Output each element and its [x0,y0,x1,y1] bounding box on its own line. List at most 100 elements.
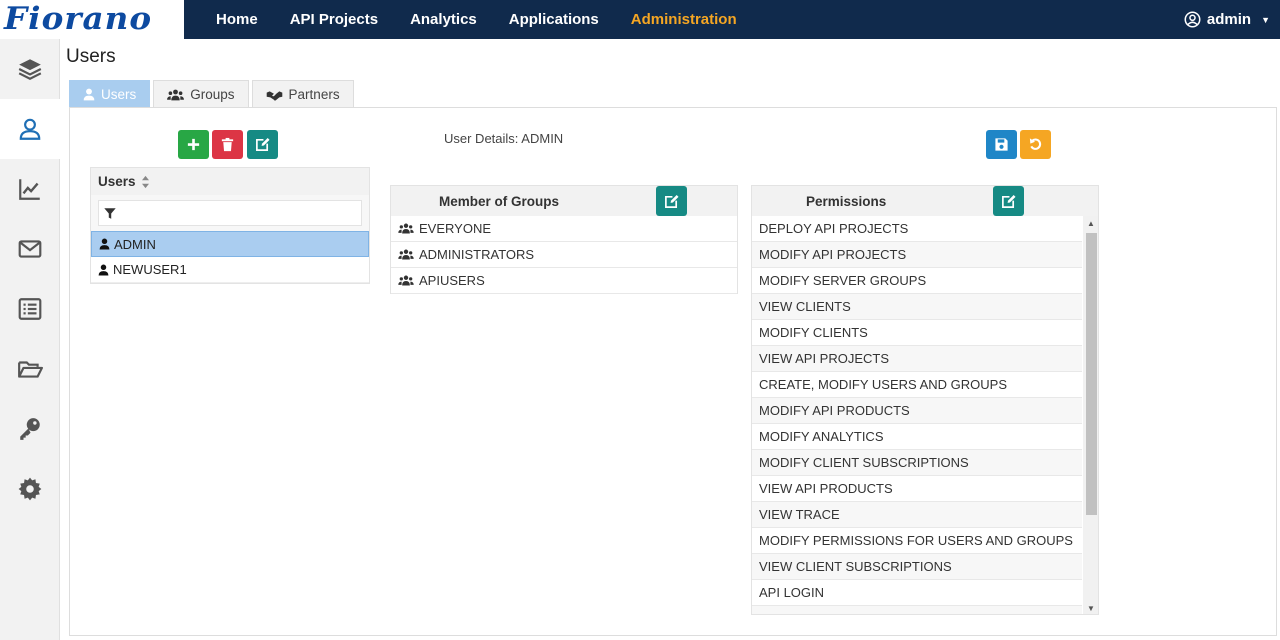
permission-row[interactable]: API LOGIN [752,580,1082,606]
filter-row [91,195,369,231]
users-icon [167,89,185,100]
user-menu[interactable]: admin ▼ [1184,0,1270,39]
scroll-thumb[interactable] [1086,233,1097,515]
layers-icon [18,59,42,80]
permission-row[interactable]: VIEW CLIENT SUBSCRIPTIONS [752,554,1082,580]
group-row-administrators[interactable]: ADMINISTRATORS [391,242,737,268]
sidebar-item-settings[interactable] [0,459,60,519]
tab-bar: Users Groups Partners [69,80,354,108]
tab-partners[interactable]: Partners [251,80,354,108]
users-icon [398,275,414,286]
key-icon [20,418,40,440]
permissions-panel-title: Permissions [806,193,887,209]
permissions-list[interactable]: DEPLOY API PROJECTS MODIFY API PROJECTS MO… [752,216,1082,614]
caret-down-icon: ▼ [1261,14,1270,25]
nav-analytics[interactable]: Analytics [394,0,493,39]
permission-row[interactable]: VIEW API PROJECTS [752,346,1082,372]
group-name: ADMINISTRATORS [419,247,535,262]
permission-row[interactable]: MODIFY PERMISSIONS FOR USERS AND GROUPS [752,528,1082,554]
user-icon [99,238,110,250]
edit-permissions-button[interactable] [993,186,1024,216]
logo[interactable]: Fiorano [0,0,184,39]
permission-row[interactable]: VIEW CLIENTS [752,294,1082,320]
users-icon [398,249,414,260]
permission-row[interactable]: MODIFY API PROJECTS [752,242,1082,268]
gear-icon [18,477,42,501]
edit-icon [1002,194,1016,208]
filter-icon [104,207,116,219]
permission-row[interactable]: VIEW SERVER GROUPS [752,606,1082,614]
permission-row[interactable]: MODIFY SERVER GROUPS [752,268,1082,294]
nav-api-projects[interactable]: API Projects [274,0,394,39]
top-navbar: Fiorano Home API Projects Analytics Appl… [0,0,1280,39]
group-row-apiusers[interactable]: APIUSERS [391,268,737,294]
tab-users[interactable]: Users [69,80,151,108]
permissions-panel: Permissions DEPLOY API PROJECTS MODIFY AP… [751,185,1099,615]
trash-icon [221,137,234,152]
permission-row[interactable]: MODIFY CLIENT SUBSCRIPTIONS [752,450,1082,476]
user-row-admin[interactable]: ADMIN [91,231,369,257]
edit-icon [256,137,270,151]
permission-row[interactable]: VIEW TRACE [752,502,1082,528]
tab-groups-label: Groups [190,87,235,102]
delete-user-button[interactable] [212,130,243,159]
sidebar-item-list[interactable] [0,279,60,339]
users-filter-input[interactable] [98,200,362,226]
chart-icon [19,179,40,200]
sort-icon [141,175,149,188]
sidebar-item-users[interactable] [0,99,60,159]
logo-text: Fiorano [4,1,153,37]
permission-row[interactable]: MODIFY CLIENTS [752,320,1082,346]
nav-home[interactable]: Home [200,0,274,39]
edit-user-button[interactable] [247,130,278,159]
plus-icon [187,138,200,151]
sidebar-item-keys[interactable] [0,399,60,459]
sidebar-item-folder[interactable] [0,339,60,399]
user-circle-icon [1184,11,1201,28]
nav-administration[interactable]: Administration [615,0,753,39]
sidebar-item-analytics[interactable] [0,159,60,219]
user-row-newuser1[interactable]: NEWUSER1 [91,257,369,283]
list-icon [18,298,42,320]
edit-groups-button[interactable] [656,186,687,216]
groups-panel-title: Member of Groups [439,193,560,209]
permission-row[interactable]: CREATE, MODIFY USERS AND GROUPS [752,372,1082,398]
user-name: ADMIN [114,236,156,252]
user-icon [98,264,109,275]
user-details-label: User Details: ADMIN [444,131,564,146]
users-header-label: Users [98,174,136,189]
user-icon [19,118,41,140]
user-name: admin [1206,11,1252,28]
sidebar [0,39,60,640]
permission-row[interactable]: DEPLOY API PROJECTS [752,216,1082,242]
permission-row[interactable]: VIEW API PRODUCTS [752,476,1082,502]
nav-applications[interactable]: Applications [493,0,615,39]
tab-groups[interactable]: Groups [153,80,249,108]
users-column-header[interactable]: Users [91,168,369,195]
group-name: APIUSERS [419,273,485,288]
scroll-up-arrow[interactable]: ▲ [1083,216,1098,230]
tab-users-label: Users [101,87,137,102]
permissions-scrollbar[interactable]: ▲ ▼ [1083,216,1098,614]
handshake-icon [266,90,282,101]
edit-icon [665,194,679,208]
scroll-down-arrow[interactable]: ▼ [1083,601,1098,614]
permission-row[interactable]: MODIFY API PRODUCTS [752,398,1082,424]
user-icon [83,88,95,101]
users-icon [398,223,414,234]
group-row-everyone[interactable]: EVERYONE [391,216,737,242]
save-button[interactable] [986,130,1017,159]
save-icon [995,138,1008,151]
folder-open-icon [18,361,43,378]
reset-button[interactable] [1020,130,1051,159]
main-nav: Home API Projects Analytics Applications… [200,0,753,39]
page-title: Users [66,46,116,67]
undo-icon [1029,138,1042,150]
permission-row[interactable]: MODIFY ANALYTICS [752,424,1082,450]
add-user-button[interactable] [178,130,209,159]
user-name: NEWUSER1 [113,262,187,277]
users-panel: Users ADMIN NEWUSER1 [90,167,370,284]
mail-icon [18,240,42,258]
sidebar-item-mail[interactable] [0,219,60,279]
sidebar-item-layers[interactable] [0,39,60,99]
